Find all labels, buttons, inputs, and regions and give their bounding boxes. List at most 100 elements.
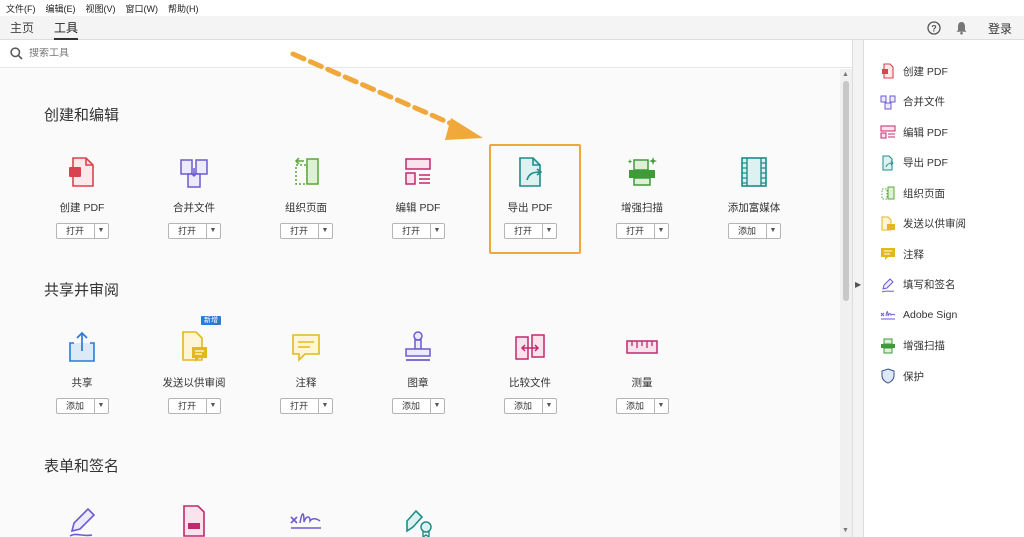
menu-help[interactable]: 帮助(H) bbox=[168, 2, 199, 15]
help-icon[interactable]: ? bbox=[927, 21, 941, 35]
chevron-down-icon[interactable]: ▼ bbox=[319, 224, 332, 238]
add-button[interactable]: 添加 bbox=[617, 399, 655, 413]
tool-prepare-form[interactable] bbox=[138, 501, 250, 537]
tool-send-review[interactable]: 发送以供审阅 打开 ▼ bbox=[138, 327, 250, 414]
panel-item-adobe-sign[interactable]: Adobe Sign bbox=[864, 300, 1024, 331]
menu-edit[interactable]: 编辑(E) bbox=[46, 2, 76, 15]
chevron-down-icon[interactable]: ▼ bbox=[767, 224, 780, 238]
protect-icon bbox=[881, 368, 895, 384]
tool-open-split-button[interactable]: 打开 ▼ bbox=[391, 223, 445, 239]
tool-open-split-button[interactable]: 打开 ▼ bbox=[55, 223, 109, 239]
panel-item-create-pdf[interactable]: 创建 PDF bbox=[864, 56, 1024, 87]
panel-item-send-review[interactable]: 发送以供审阅 bbox=[864, 209, 1024, 240]
scroll-up-icon[interactable]: ▲ bbox=[842, 71, 849, 78]
tab-tools[interactable]: 工具 bbox=[44, 16, 88, 40]
panel-item-fill-sign[interactable]: 填写和签名 bbox=[864, 270, 1024, 301]
chevron-down-icon[interactable]: ▼ bbox=[319, 399, 332, 413]
add-button[interactable]: 添加 bbox=[393, 399, 431, 413]
tool-open-split-button[interactable]: 打开 ▼ bbox=[167, 223, 221, 239]
right-tools-panel: 创建 PDF 合并文件 编辑 PDF 导出 PDF 组织页面 发送以供审阅 注释… bbox=[864, 40, 1024, 537]
panel-item-combine-files[interactable]: 合并文件 bbox=[864, 87, 1024, 118]
add-button[interactable]: 添加 bbox=[57, 399, 95, 413]
section-title-forms-signatures: 表单和签名 bbox=[44, 458, 120, 475]
scroll-thumb[interactable] bbox=[843, 81, 849, 301]
open-button[interactable]: 打开 bbox=[393, 224, 431, 238]
tool-label: 创建 PDF bbox=[59, 202, 105, 214]
chevron-down-icon[interactable]: ▼ bbox=[95, 399, 108, 413]
panel-item-label: 导出 PDF bbox=[903, 157, 948, 170]
tool-comment[interactable]: 注释 打开 ▼ bbox=[250, 327, 362, 414]
tool-adobe-sign[interactable] bbox=[250, 501, 362, 537]
bell-icon[interactable] bbox=[955, 21, 968, 35]
tool-add-split-button[interactable]: 添加 ▼ bbox=[391, 398, 445, 414]
chevron-down-icon[interactable]: ▼ bbox=[207, 399, 220, 413]
open-button[interactable]: 打开 bbox=[57, 224, 95, 238]
tool-label: 比较文件 bbox=[509, 377, 551, 389]
panel-item-label: 编辑 PDF bbox=[903, 126, 948, 139]
tool-measure[interactable]: 测量 添加 ▼ bbox=[586, 327, 698, 414]
tool-stamp[interactable]: 图章 添加 ▼ bbox=[362, 327, 474, 414]
tool-add-split-button[interactable]: 添加 ▼ bbox=[55, 398, 109, 414]
tool-combine-files[interactable]: 合并文件 打开 ▼ bbox=[138, 152, 250, 239]
search-input[interactable] bbox=[29, 48, 329, 59]
chevron-down-icon[interactable]: ▼ bbox=[543, 399, 556, 413]
open-button[interactable]: 打开 bbox=[617, 224, 655, 238]
chevron-down-icon[interactable]: ▼ bbox=[431, 224, 444, 238]
tool-open-split-button[interactable]: 打开 ▼ bbox=[279, 398, 333, 414]
fill-sign-icon bbox=[69, 507, 96, 537]
scroll-down-icon[interactable]: ▼ bbox=[842, 527, 849, 534]
tool-open-split-button[interactable]: 打开 ▼ bbox=[279, 223, 333, 239]
menu-window[interactable]: 窗口(W) bbox=[126, 2, 159, 15]
combine-files-icon bbox=[880, 95, 896, 110]
panel-item-export-pdf[interactable]: 导出 PDF bbox=[864, 148, 1024, 179]
tool-share[interactable]: 共享 添加 ▼ bbox=[26, 327, 138, 414]
right-panel-toggle[interactable]: ▶ bbox=[852, 40, 864, 537]
tool-add-split-button[interactable]: 添加 ▼ bbox=[615, 398, 669, 414]
tool-add-split-button[interactable]: 添加 ▼ bbox=[503, 398, 557, 414]
open-button[interactable]: 打开 bbox=[169, 224, 207, 238]
tool-label: 图章 bbox=[407, 377, 429, 389]
menu-file[interactable]: 文件(F) bbox=[6, 2, 36, 15]
tool-compare-files[interactable]: 比较文件 添加 ▼ bbox=[474, 327, 586, 414]
panel-item-label: 增强扫描 bbox=[903, 340, 945, 353]
add-button[interactable]: 添加 bbox=[729, 224, 767, 238]
panel-item-organize-pages[interactable]: 组织页面 bbox=[864, 178, 1024, 209]
chevron-down-icon[interactable]: ▼ bbox=[431, 399, 444, 413]
tool-label: 共享 bbox=[71, 377, 93, 389]
open-button[interactable]: 打开 bbox=[281, 399, 319, 413]
send-review-icon bbox=[881, 216, 895, 231]
panel-item-enhance-scan[interactable]: 增强扫描 bbox=[864, 331, 1024, 362]
open-button[interactable]: 打开 bbox=[169, 399, 207, 413]
chevron-down-icon[interactable]: ▼ bbox=[207, 224, 220, 238]
panel-item-comment[interactable]: 注释 bbox=[864, 239, 1024, 270]
svg-text:?: ? bbox=[931, 23, 937, 33]
search-icon bbox=[10, 47, 23, 60]
panel-item-protect[interactable]: 保护 bbox=[864, 361, 1024, 392]
tool-fill-sign[interactable] bbox=[26, 501, 138, 537]
tool-enhance-scan[interactable]: 增强扫描 打开 ▼ bbox=[586, 152, 698, 239]
adobe-sign-icon bbox=[290, 513, 321, 529]
add-button[interactable]: 添加 bbox=[505, 399, 543, 413]
login-link[interactable]: 登录 bbox=[988, 20, 1012, 37]
tool-rich-media[interactable]: 添加富媒体 添加 ▼ bbox=[698, 152, 810, 239]
tab-home[interactable]: 主页 bbox=[0, 16, 44, 40]
main-scrollbar[interactable]: ▲ ▼ bbox=[840, 69, 852, 537]
tool-open-split-button[interactable]: 打开 ▼ bbox=[615, 223, 669, 239]
organize-pages-icon bbox=[294, 157, 319, 185]
chevron-down-icon[interactable]: ▼ bbox=[655, 399, 668, 413]
chevron-down-icon[interactable]: ▼ bbox=[655, 224, 668, 238]
open-button[interactable]: 打开 bbox=[281, 224, 319, 238]
tool-open-split-button[interactable]: 打开 ▼ bbox=[167, 398, 221, 414]
panel-item-edit-pdf[interactable]: 编辑 PDF bbox=[864, 117, 1024, 148]
tool-organize-pages[interactable]: 组织页面 打开 ▼ bbox=[250, 152, 362, 239]
panel-item-label: 发送以供审阅 bbox=[903, 218, 966, 231]
export-pdf-icon bbox=[882, 155, 894, 171]
panel-item-label: 填写和签名 bbox=[903, 279, 956, 292]
tool-add-split-button[interactable]: 添加 ▼ bbox=[727, 223, 781, 239]
chevron-down-icon[interactable]: ▼ bbox=[95, 224, 108, 238]
tool-create-pdf[interactable]: 创建 PDF 打开 ▼ bbox=[26, 152, 138, 239]
tool-edit-pdf[interactable]: 编辑 PDF 打开 ▼ bbox=[362, 152, 474, 239]
menu-view[interactable]: 视图(V) bbox=[86, 2, 116, 15]
tool-certificate[interactable] bbox=[362, 501, 474, 537]
chevron-right-icon[interactable]: ▶ bbox=[855, 280, 861, 289]
